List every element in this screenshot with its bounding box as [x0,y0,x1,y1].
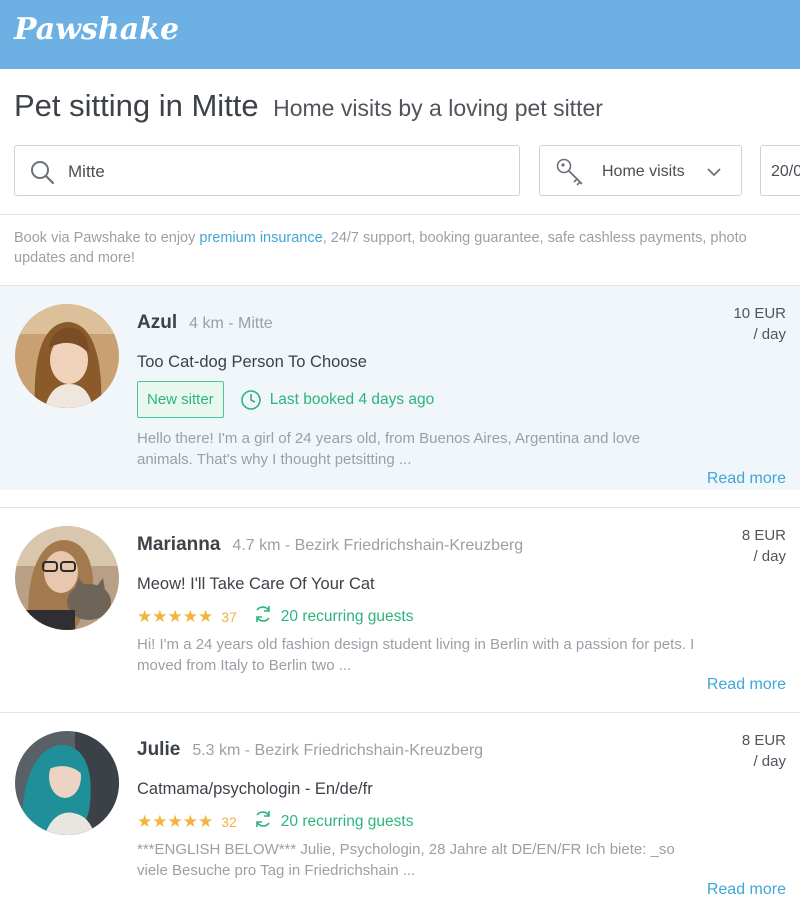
sitter-description: Hi! I'm a 24 years old fashion design st… [137,636,695,674]
sitter-price: 10 EUR / day [733,303,786,345]
service-select[interactable]: Home visits [539,145,742,196]
sitter-description: ***ENGLISH BELOW*** Julie, Psychologin, … [137,841,675,879]
price-unit: / day [753,548,786,565]
star-rating: ★★★★★ [137,606,214,626]
info-prefix: Book via Pawshake to enjoy [14,230,200,246]
chevron-down-icon [706,165,722,183]
review-count: 32 [221,813,237,830]
sitter-meta: New sitter Last booked 4 days ago [137,381,434,418]
sitter-meta: ★★★★★ 37 20 recurring guests [137,604,413,629]
sitter-description: Hello there! I'm a girl of 24 years old,… [137,430,641,468]
sitter-name-text[interactable]: Julie [137,739,180,760]
page-heading: Pet sitting in Mitte Home visits by a lo… [14,88,603,124]
sitter-price: 8 EUR / day [742,525,786,567]
read-more-link[interactable]: Read more [707,470,786,488]
service-label: Home visits [602,163,685,180]
review-count: 37 [221,608,237,625]
divider [0,214,800,215]
recurring-guests: 20 recurring guests [280,812,414,830]
read-more-link[interactable]: Read more [707,676,786,694]
pawshake-logo[interactable]: Pawshake [14,12,179,47]
sitter-price: 8 EUR / day [742,730,786,772]
sitter-name-text[interactable]: Marianna [137,534,220,555]
page-subtitle: Home visits by a loving pet sitter [273,95,603,121]
sitter-card[interactable]: Marianna 4.7 km - Bezirk Friedrichshain-K… [0,507,800,712]
booking-info: Book via Pawshake to enjoy premium insur… [14,228,774,268]
price-unit: / day [753,753,786,770]
sitter-headline: Too Cat-dog Person To Choose [137,353,367,371]
avatar[interactable] [15,304,119,408]
price-amount: 10 EUR [733,305,786,322]
search-icon [29,159,55,190]
new-sitter-badge: New sitter [137,381,224,418]
sitter-name[interactable]: Julie 5.3 km - Bezirk Friedrichshain-Kreu… [137,739,483,761]
star-rating: ★★★★★ [137,811,214,831]
recurring-icon [253,604,273,629]
avatar[interactable] [15,526,119,630]
sitter-meta: ★★★★★ 32 20 recurring guests [137,809,413,834]
location-search[interactable] [14,145,520,196]
sitter-name[interactable]: Azul 4 km - Mitte [137,312,273,334]
premium-insurance-link[interactable]: premium insurance [199,230,322,246]
avatar[interactable] [15,731,119,835]
recurring-icon [253,809,273,834]
location-input[interactable] [66,156,490,188]
sitter-headline: Catmama/psychologin - En/de/fr [137,780,373,798]
last-booked: Last booked 4 days ago [269,390,435,408]
sitter-distance: 4 km - Mitte [189,315,273,332]
sitter-card[interactable]: Azul 4 km - Mitte Too Cat-dog Person To C… [0,285,800,490]
top-bar: Pawshake [0,0,800,69]
sitter-name[interactable]: Marianna 4.7 km - Bezirk Friedrichshain-K… [137,534,523,556]
recurring-guests: 20 recurring guests [280,607,414,625]
key-icon [555,157,585,192]
date-field[interactable]: 20/0 [760,145,800,196]
sitter-distance: 5.3 km - Bezirk Friedrichshain-Kreuzberg [192,742,484,759]
read-more-link[interactable]: Read more [707,881,786,899]
price-amount: 8 EUR [741,732,786,749]
sitter-card[interactable]: Julie 5.3 km - Bezirk Friedrichshain-Kreu… [0,712,800,917]
sitter-name-text[interactable]: Azul [137,312,177,333]
page-title: Pet sitting in Mitte [14,88,259,123]
sitter-distance: 4.7 km - Bezirk Friedrichshain-Kreuzberg [232,537,524,554]
price-amount: 8 EUR [741,527,786,544]
sitter-headline: Meow! I'll Take Care Of Your Cat [137,575,375,593]
date-value: 20/0 [771,163,800,180]
price-unit: / day [753,326,786,343]
clock-icon [240,389,262,411]
